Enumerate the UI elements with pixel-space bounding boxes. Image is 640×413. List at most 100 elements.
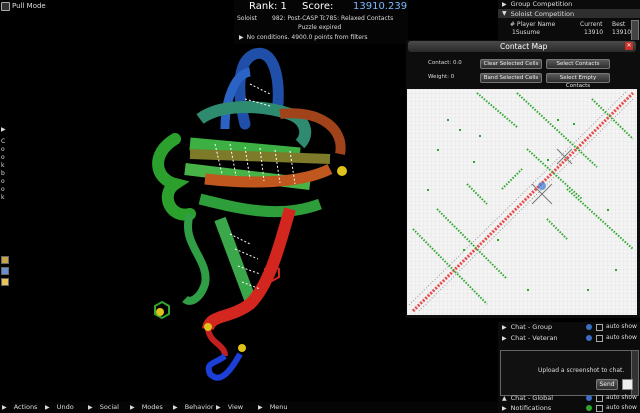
- contact-map-grid[interactable]: [407, 89, 637, 315]
- bottom-menu-bar: ▶ Actions ▶ Undo ▶ Social ▶ Modes ▶ Beha…: [0, 402, 498, 413]
- screenshot-icon[interactable]: [622, 379, 633, 390]
- actions-menu[interactable]: ▶ Actions: [2, 402, 37, 412]
- tool-icon-3[interactable]: [1, 278, 9, 286]
- sulfur-atom-1: [156, 308, 164, 316]
- pull-mode-label: Pull Mode: [12, 2, 46, 10]
- protein-viewport[interactable]: [130, 44, 360, 394]
- cookbook-label: Cookbook: [1, 138, 6, 201]
- chat-veteran-toggle[interactable]: ▶ Chat - Veteran: [502, 334, 558, 342]
- chat-veteran-autoshow-checkbox[interactable]: [596, 335, 603, 342]
- side-tool-icons: [1, 256, 9, 286]
- sulfur-atom-3: [337, 166, 347, 176]
- view-menu[interactable]: ▶ View: [216, 402, 243, 412]
- notifications-autoshow-label: auto show: [606, 404, 637, 411]
- modes-menu[interactable]: ▶ Modes: [130, 402, 163, 412]
- notifications-toggle[interactable]: ▶ Notifications: [502, 404, 551, 412]
- chat-global-toggle[interactable]: ▲ Chat - Global: [502, 394, 553, 402]
- clear-selected-cells-button[interactable]: Clear Selected Cells: [480, 59, 542, 69]
- undo-menu[interactable]: ▶ Undo: [45, 402, 74, 412]
- soloist-competition-toggle[interactable]: ▼ Soloist Competition: [498, 9, 640, 18]
- notifications-arrow-icon: ▶: [502, 404, 507, 412]
- weight-label: Weight: 0: [428, 74, 455, 80]
- view-label: View: [227, 403, 244, 411]
- notifications-autoshow-checkbox[interactable]: [596, 405, 603, 412]
- group-competition-arrow-icon: ▶: [502, 0, 507, 8]
- player-current: 13910: [584, 29, 604, 36]
- notifications-info-icon[interactable]: [586, 405, 592, 411]
- competition-panel: ▶ Group Competition ▼ Soloist Competitio…: [498, 0, 640, 42]
- behavior-menu[interactable]: ▶ Behavior: [173, 402, 214, 412]
- chat-veteran-arrow-icon: ▶: [502, 334, 507, 342]
- conditions-row[interactable]: ▶ No conditions. 4900.0 points from filt…: [239, 34, 368, 41]
- mode-label: Soloist: [237, 15, 257, 22]
- chat-upload-text: Upload a screenshot to chat.: [538, 367, 625, 374]
- actions-arrow-icon: ▶: [2, 404, 7, 411]
- notifications-label: Notifications: [510, 404, 552, 412]
- view-arrow-icon: ▶: [216, 404, 221, 411]
- social-arrow-icon: ▶: [88, 404, 93, 411]
- cookbook-arrow-icon: ▶: [1, 126, 6, 133]
- chat-group-arrow-icon: ▶: [502, 323, 507, 331]
- group-competition-toggle[interactable]: ▶ Group Competition: [502, 0, 572, 8]
- modes-arrow-icon: ▶: [130, 404, 135, 411]
- chat-group-autoshow-label: auto show: [606, 323, 637, 330]
- send-button[interactable]: Send: [596, 379, 618, 390]
- select-empty-contacts-button[interactable]: Select Empty Contacts: [546, 73, 610, 89]
- chat-veteran-info-icon[interactable]: [586, 335, 592, 341]
- behavior-label: Behavior: [184, 403, 214, 411]
- pull-mode-toggle[interactable]: Pull Mode: [1, 1, 46, 11]
- tail-blue: [205, 352, 243, 381]
- behavior-arrow-icon: ▶: [173, 404, 178, 411]
- chat-veteran-label: Chat - Veteran: [510, 334, 558, 342]
- conditions-text: No conditions. 4900.0 points from filter…: [246, 34, 368, 41]
- strand-green-low: [214, 216, 256, 302]
- chat-group-info-icon[interactable]: [586, 324, 592, 330]
- expand-arrow-icon: ▶: [239, 34, 244, 41]
- band-selected-cells-button[interactable]: Band Selected Cells: [480, 73, 542, 83]
- chat-global-arrow-icon: ▲: [502, 394, 507, 402]
- chat-global-label: Chat - Global: [510, 394, 554, 402]
- cookbook-tab[interactable]: ▶ Cookbook: [0, 126, 8, 201]
- undo-label: Undo: [56, 403, 74, 411]
- chat-global-info-icon[interactable]: [586, 395, 592, 401]
- strand-green-4: [198, 193, 322, 218]
- loop-green-low: [182, 212, 210, 305]
- select-contacts-button[interactable]: Select Contacts: [546, 59, 610, 69]
- competition-scrollbar[interactable]: [631, 20, 639, 42]
- tool-icon-1[interactable]: [1, 256, 9, 264]
- tool-icon-2[interactable]: [1, 267, 9, 275]
- col-current: Current: [580, 21, 603, 28]
- contact-map-title: Contact Map: [500, 42, 548, 51]
- group-competition-label: Group Competition: [510, 0, 573, 8]
- contact-map-panel: Contact Map ✕ Contact: 0.0 Weight: 0 Cle…: [406, 40, 640, 318]
- contact-map-titlebar[interactable]: Contact Map ✕: [408, 41, 636, 52]
- menu-arrow-icon: ▶: [258, 404, 263, 411]
- strand-green-helix: [152, 133, 196, 221]
- puzzle-status: Puzzle expired: [298, 24, 342, 31]
- strand-olive: [189, 149, 331, 164]
- actions-label: Actions: [13, 403, 38, 411]
- score-header: Rank: 1 Score: 13910.239 Soloist 982: Po…: [234, 0, 408, 44]
- chat-group-autoshow-checkbox[interactable]: [596, 324, 603, 331]
- social-label: Social: [99, 403, 119, 411]
- contact-label: Contact: 0.0: [428, 60, 462, 66]
- score-label: Score:: [302, 1, 334, 12]
- blue-highlight: [538, 182, 546, 190]
- sulfur-atom-4: [238, 344, 246, 352]
- main-menu[interactable]: ▶ Menu: [258, 402, 288, 412]
- player-name[interactable]: 1Susume: [512, 29, 540, 36]
- col-best: Best: [612, 21, 626, 28]
- puzzle-name: 982: Post-CASP Tc785: Relaxed Contacts: [272, 15, 394, 22]
- chat-global-autoshow-checkbox[interactable]: [596, 395, 603, 402]
- social-menu[interactable]: ▶ Social: [88, 402, 119, 412]
- pull-mode-icon: [1, 1, 10, 11]
- score-value: 13910.239: [353, 1, 408, 12]
- sulfur-atom-2: [204, 323, 212, 331]
- rank-label: Rank: 1: [249, 1, 287, 12]
- close-icon[interactable]: ✕: [625, 42, 633, 50]
- chat-global-autoshow-label: auto show: [606, 394, 637, 401]
- chat-group-label: Chat - Group: [510, 323, 553, 331]
- chat-group-toggle[interactable]: ▶ Chat - Group: [502, 323, 552, 331]
- undo-arrow-icon: ▶: [45, 404, 50, 411]
- loop-red: [205, 328, 228, 357]
